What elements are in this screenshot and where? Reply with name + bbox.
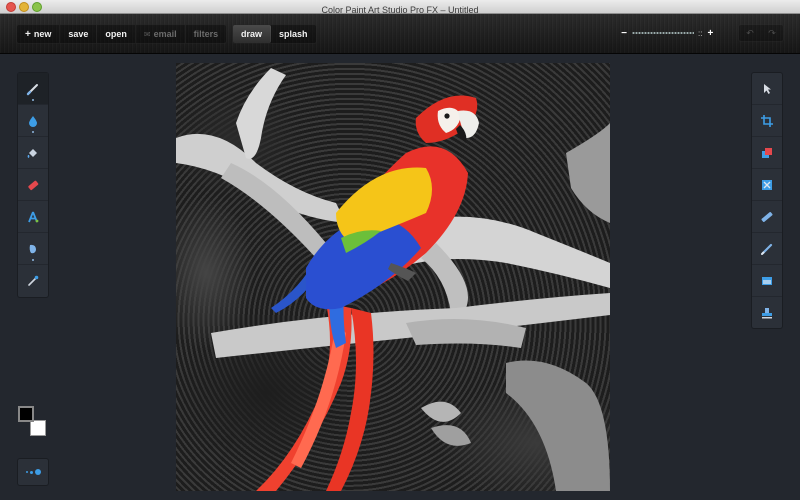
zoom-in-button[interactable]: +: [706, 28, 714, 39]
open-button-label: open: [105, 29, 127, 39]
medium-brush-dot: [29, 470, 33, 474]
tool-brush[interactable]: [18, 73, 48, 105]
fill-bucket-icon: [27, 148, 37, 158]
color-swatches: [17, 405, 49, 437]
history-button-group: ↶ ↷: [738, 24, 784, 42]
drawing-canvas[interactable]: [176, 63, 610, 491]
zoom-window-button[interactable]: [32, 2, 42, 12]
redo-button[interactable]: ↷: [761, 25, 783, 41]
file-button-group: + new save open ✉ email filters: [16, 24, 228, 44]
text-icon: [28, 211, 39, 222]
tool-layers[interactable]: [752, 137, 782, 169]
parrot-artwork-image: [176, 68, 610, 491]
cursor-icon: [764, 83, 771, 94]
brush-icon: [26, 83, 38, 95]
brush-size-button[interactable]: [17, 458, 49, 486]
pencil-icon: [761, 243, 773, 255]
tool-stamp[interactable]: [752, 297, 782, 329]
window-icon: [762, 276, 772, 285]
tool-options-indicator: [32, 131, 34, 133]
title-bar: Color Paint Art Studio Pro FX – Untitled: [0, 0, 800, 15]
new-button-label: new: [33, 29, 52, 39]
background-color-swatch[interactable]: [30, 420, 46, 436]
left-tool-panel: [17, 72, 49, 298]
undo-button[interactable]: ↶: [739, 25, 761, 41]
layers-icon: [762, 147, 772, 158]
draw-mode-label: draw: [241, 29, 263, 39]
zoom-fit-button[interactable]: ::: [698, 29, 702, 38]
tool-eyedropper[interactable]: [18, 265, 48, 297]
splash-mode-label: splash: [279, 29, 308, 39]
zoom-control: − :: +: [620, 26, 730, 40]
tool-smudge[interactable]: [18, 233, 48, 265]
envelope-icon: ✉: [143, 29, 151, 39]
tool-window[interactable]: [752, 265, 782, 297]
new-button[interactable]: + new: [17, 25, 61, 43]
email-button-label: email: [153, 29, 177, 39]
tool-ruler[interactable]: [752, 201, 782, 233]
foreground-color-swatch[interactable]: [18, 406, 34, 422]
tool-options-indicator: [32, 259, 34, 261]
tool-water-drop[interactable]: [18, 105, 48, 137]
tool-eraser[interactable]: [18, 169, 48, 201]
eraser-icon: [28, 180, 39, 190]
email-button[interactable]: ✉ email: [136, 25, 186, 43]
open-button[interactable]: open: [97, 25, 136, 43]
tool-crop[interactable]: [752, 105, 782, 137]
zoom-out-button[interactable]: −: [620, 28, 628, 39]
water-drop-icon: [29, 115, 37, 127]
transform-icon: [762, 179, 772, 190]
plus-icon: +: [25, 28, 31, 40]
mode-button-group: draw splash: [232, 24, 317, 44]
save-button[interactable]: save: [60, 25, 98, 43]
large-brush-dot: [34, 469, 41, 475]
tool-text[interactable]: [18, 201, 48, 233]
smudge-icon: [29, 244, 36, 253]
right-tool-panel: [751, 72, 783, 329]
tool-fill-bucket[interactable]: [18, 137, 48, 169]
stamp-icon: [762, 308, 772, 319]
splash-mode-button[interactable]: splash: [271, 25, 316, 43]
small-brush-dot: [25, 471, 28, 473]
tool-select[interactable]: [752, 73, 782, 105]
draw-mode-button[interactable]: draw: [233, 25, 272, 43]
tool-options-indicator: [32, 99, 34, 101]
crop-icon: [761, 114, 773, 127]
zoom-slider[interactable]: [632, 32, 694, 34]
close-window-button[interactable]: [6, 2, 16, 12]
minimize-window-button[interactable]: [19, 2, 29, 12]
save-button-label: save: [68, 29, 89, 39]
redo-arrow-icon: ↷: [768, 28, 776, 38]
eyedropper-icon: [28, 275, 39, 286]
tool-pencil[interactable]: [752, 233, 782, 265]
ruler-icon: [761, 211, 773, 222]
tool-transform[interactable]: [752, 169, 782, 201]
filters-button[interactable]: filters: [186, 25, 227, 43]
filters-button-label: filters: [193, 29, 219, 39]
undo-arrow-icon: ↶: [746, 28, 754, 38]
